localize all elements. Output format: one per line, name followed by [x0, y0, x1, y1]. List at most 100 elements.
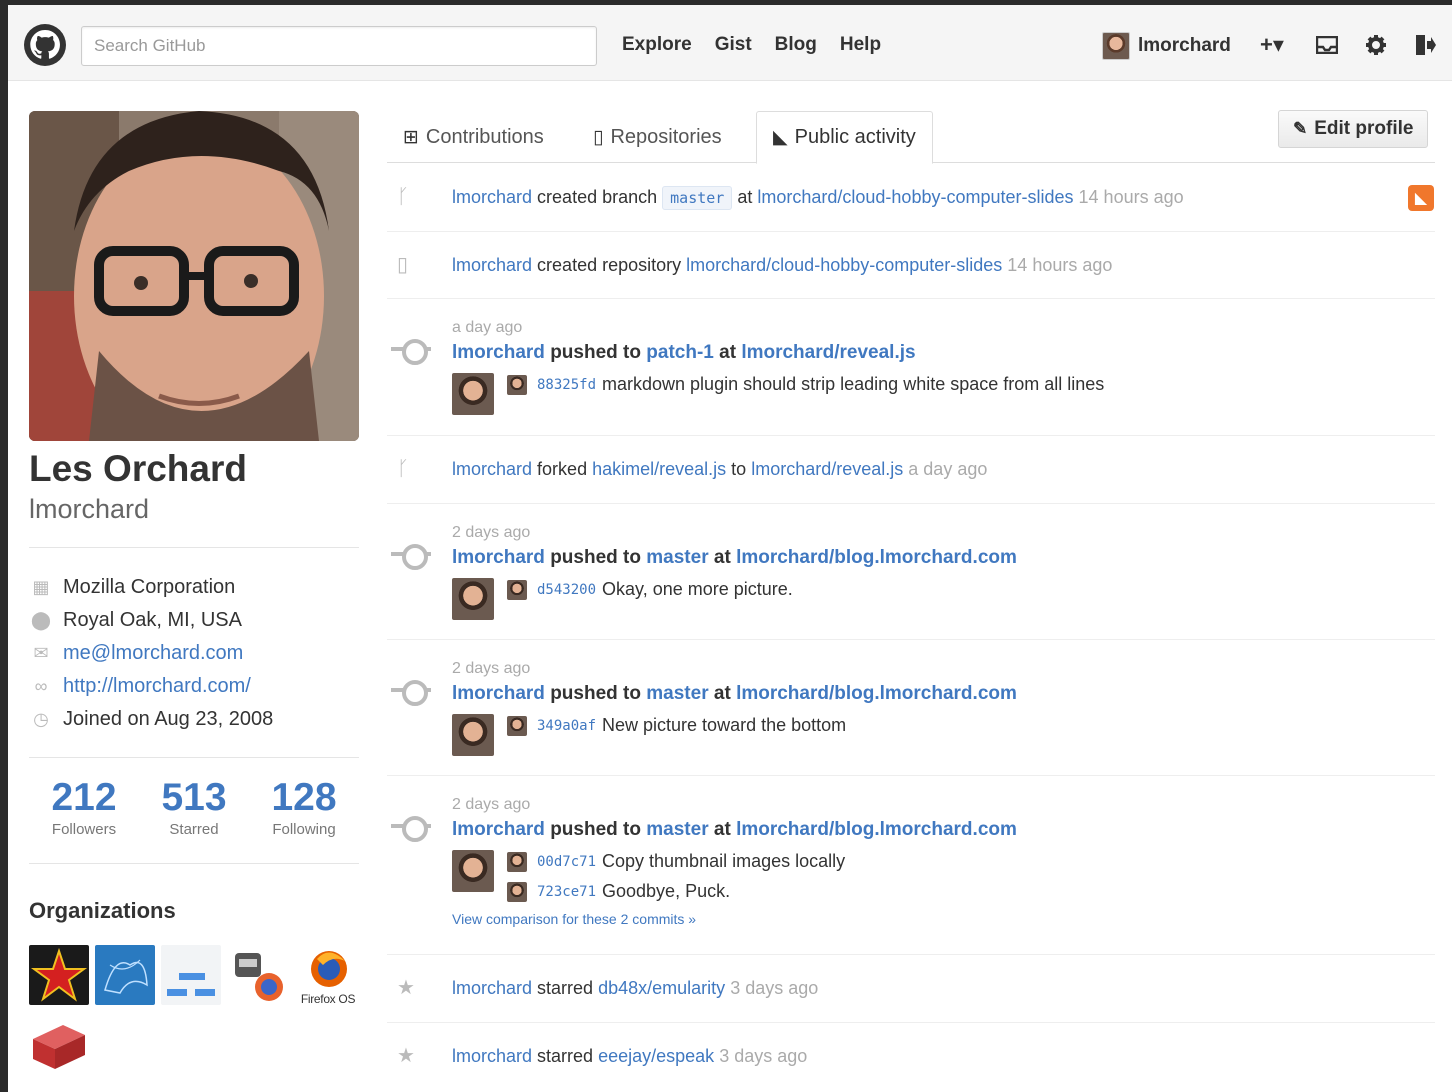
commit-sha-link[interactable]: 88325fd: [537, 377, 596, 393]
profile-website-link[interactable]: http://lmorchard.com/: [63, 675, 251, 698]
source-repo-link[interactable]: hakimel/reveal.js: [592, 459, 726, 479]
github-profile-page: Explore Gist Blog Help lmorchard +▾: [8, 5, 1452, 1092]
actor-link[interactable]: lmorchard: [452, 819, 545, 840]
profile-website: ∞ http://lmorchard.com/: [29, 670, 273, 703]
stat-label: Followers: [51, 821, 117, 838]
branch-link[interactable]: master: [646, 547, 708, 568]
plus-square-icon: ⊞: [403, 126, 419, 148]
to-text: to: [731, 459, 747, 479]
repo-link[interactable]: eeejay/espeak: [598, 1046, 714, 1066]
pusher-avatar[interactable]: [452, 578, 494, 620]
author-avatar[interactable]: [507, 881, 527, 902]
timestamp: a day ago: [452, 319, 523, 336]
profile-location: ⬤ Royal Oak, MI, USA: [29, 604, 273, 637]
org-avatar[interactable]: [227, 945, 287, 1005]
actor-link[interactable]: lmorchard: [452, 459, 532, 479]
sign-out-icon[interactable]: [1413, 31, 1437, 59]
at-text: at: [713, 683, 731, 704]
org-avatar[interactable]: [29, 1017, 89, 1077]
github-octocat-logo-icon[interactable]: [24, 24, 66, 66]
tab-contributions[interactable]: ⊞ Contributions: [387, 111, 560, 163]
commit-line: d543200 Okay, one more picture.: [507, 579, 793, 600]
repo-link[interactable]: lmorchard/cloud-hobby-computer-slides: [757, 187, 1073, 207]
commit-sha-link[interactable]: 723ce71: [537, 884, 596, 900]
nav-gist[interactable]: Gist: [715, 32, 752, 58]
author-avatar[interactable]: [507, 579, 527, 600]
stat-following[interactable]: 128 Following: [249, 775, 359, 838]
pusher-avatar[interactable]: [452, 850, 494, 892]
pusher-avatar[interactable]: [452, 714, 494, 756]
gear-icon[interactable]: [1364, 31, 1388, 59]
timestamp: 2 days ago: [452, 660, 531, 677]
nav-explore[interactable]: Explore: [622, 32, 692, 58]
actor-link[interactable]: lmorchard: [452, 187, 532, 207]
plus-dropdown-icon[interactable]: +▾: [1254, 31, 1290, 59]
clock-icon: ◷: [33, 709, 49, 729]
repo-link[interactable]: lmorchard/blog.lmorchard.com: [736, 683, 1017, 704]
author-avatar[interactable]: [507, 851, 527, 872]
profile-avatar[interactable]: [29, 111, 359, 441]
feed-item-text: lmorchard forked hakimel/reveal.js to lm…: [452, 459, 987, 480]
action-text: created repository: [537, 255, 682, 275]
org-avatar-firefox-os[interactable]: Firefox OS: [293, 945, 363, 1005]
actor-link[interactable]: lmorchard: [452, 547, 545, 568]
feed-item-text: lmorchard starred eeejay/espeak 3 days a…: [452, 1046, 807, 1067]
commit-sha-link[interactable]: 349a0af: [537, 718, 596, 734]
pusher-avatar[interactable]: [452, 373, 494, 415]
actor-link[interactable]: lmorchard: [452, 1046, 532, 1066]
stat-value: 212: [51, 776, 117, 819]
branch-link[interactable]: patch-1: [646, 342, 714, 363]
commit-line: 00d7c71 Copy thumbnail images locally: [507, 851, 845, 872]
commit-icon: [391, 680, 431, 706]
author-avatar[interactable]: [507, 374, 527, 395]
branch-link[interactable]: master: [646, 819, 708, 840]
branch-link[interactable]: master: [646, 683, 708, 704]
inbox-icon[interactable]: [1315, 31, 1339, 59]
at-text: at: [719, 342, 737, 363]
commit-message: Okay, one more picture.: [602, 579, 793, 599]
stat-followers[interactable]: 212 Followers: [29, 775, 139, 838]
org-avatar[interactable]: [161, 945, 221, 1005]
stat-value: 128: [271, 776, 337, 819]
firefox-os-label: Firefox OS: [300, 992, 356, 1005]
commit-message: New picture toward the bottom: [602, 715, 847, 735]
feed-item-text: lmorchard created repository lmorchard/c…: [452, 255, 1112, 276]
org-avatar[interactable]: [95, 945, 155, 1005]
search-input[interactable]: [81, 26, 597, 66]
commit-sha-link[interactable]: 00d7c71: [537, 854, 596, 870]
repo-link[interactable]: lmorchard/blog.lmorchard.com: [736, 819, 1017, 840]
repo-link[interactable]: lmorchard/reveal.js: [751, 459, 903, 479]
branch-name[interactable]: master: [662, 186, 733, 210]
actor-link[interactable]: lmorchard: [452, 978, 532, 998]
actor-link[interactable]: lmorchard: [452, 255, 532, 275]
feed-item: ᚴ lmorchard created branch master at lmo…: [387, 164, 1435, 232]
actor-link[interactable]: lmorchard: [452, 342, 545, 363]
header-user-link[interactable]: lmorchard: [1102, 31, 1231, 61]
stat-label: Starred: [169, 821, 219, 838]
timestamp: 14 hours ago: [1007, 255, 1113, 275]
at-text: at: [713, 819, 731, 840]
edit-profile-button[interactable]: ✎ Edit profile: [1278, 110, 1429, 148]
author-avatar[interactable]: [507, 715, 527, 736]
stat-starred[interactable]: 513 Starred: [139, 775, 249, 838]
commit-sha-link[interactable]: d543200: [537, 582, 596, 598]
tab-label: Repositories: [610, 125, 722, 148]
tab-public-activity[interactable]: ◣ Public activity: [756, 111, 933, 164]
repo-link[interactable]: lmorchard/reveal.js: [741, 342, 915, 363]
tab-repositories[interactable]: ▯ Repositories: [577, 111, 738, 163]
nav-help[interactable]: Help: [840, 32, 881, 58]
repo-link[interactable]: lmorchard/blog.lmorchard.com: [736, 547, 1017, 568]
commit-icon: [391, 816, 431, 842]
repo-link[interactable]: lmorchard/cloud-hobby-computer-slides: [686, 255, 1002, 275]
profile-joined-text: Joined on Aug 23, 2008: [63, 708, 274, 730]
actor-link[interactable]: lmorchard: [452, 683, 545, 704]
org-avatar[interactable]: [29, 945, 89, 1005]
feed-item-text: lmorchard starred db48x/emularity 3 days…: [452, 978, 818, 999]
feed-item-push: 2 days ago lmorchard pushed to master at…: [387, 640, 1435, 776]
organizations-title: Organizations: [29, 898, 176, 923]
nav-blog[interactable]: Blog: [775, 32, 817, 58]
commit-icon: [391, 544, 431, 570]
view-comparison-link[interactable]: View comparison for these 2 commits »: [452, 911, 696, 927]
profile-email-link[interactable]: me@lmorchard.com: [63, 642, 243, 665]
repo-link[interactable]: db48x/emularity: [598, 978, 725, 998]
